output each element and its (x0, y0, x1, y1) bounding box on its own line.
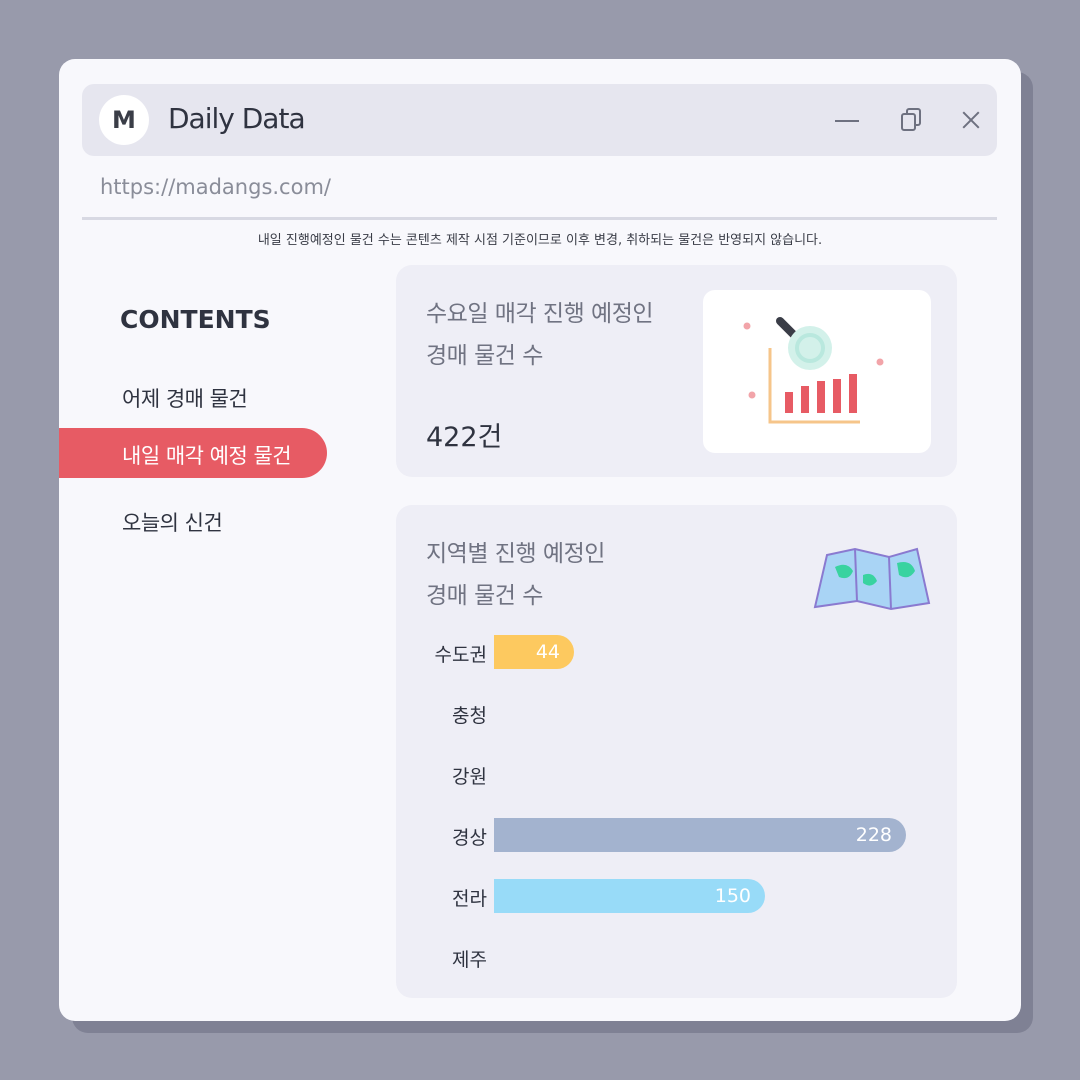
restore-icon[interactable] (898, 106, 926, 134)
card-title: 수요일 매각 진행 예정인 경매 물건 수 (426, 301, 654, 369)
minimize-icon[interactable] (833, 106, 861, 134)
sidebar-item-label: 내일 매각 예정 물건 (122, 444, 292, 468)
bar-row: 경상 228 (396, 818, 957, 852)
sidebar-item-yesterday[interactable]: 어제 경매 물건 (59, 371, 327, 421)
chart-magnifier-icon (743, 317, 884, 424)
category-label: 수도권 (434, 644, 487, 666)
notice-text: 내일 진행예정인 물건 수는 콘텐츠 제작 시점 기준이므로 이후 변경, 취하… (257, 233, 823, 248)
divider (82, 217, 997, 220)
category-label: 경상 (452, 827, 487, 849)
app-logo: M (99, 95, 149, 145)
close-icon[interactable] (958, 106, 986, 134)
bar-value-label: 44 (535, 641, 560, 663)
sidebar-heading: CONTENTS (120, 305, 271, 334)
bar-value-label: 228 (855, 824, 892, 846)
bar-row: 충청 (396, 696, 957, 730)
bar-value-label: 150 (714, 885, 751, 907)
summary-card: 수요일 매각 진행 예정인 경매 물건 수 422건 (396, 265, 957, 477)
sidebar-item-tomorrow[interactable]: 내일 매각 예정 물건 (59, 428, 327, 478)
bar-row: 전라 150 (396, 879, 957, 913)
app-title: Daily Data (168, 102, 306, 135)
map-icon (813, 547, 931, 611)
region-card: 지역별 진행 예정인 경매 물건 수 수도권 44 충청강원경상 228 전라 150 제주 (396, 505, 957, 998)
bar: 44 (494, 635, 574, 669)
url-address[interactable]: https://madangs.com/ (100, 175, 331, 199)
sidebar-item-label: 오늘의 신건 (122, 511, 223, 535)
bar-row: 수도권 44 (396, 635, 957, 669)
category-label: 충청 (452, 705, 487, 727)
bar: 228 (494, 818, 906, 852)
bar-row: 강원 (396, 757, 957, 791)
chart-magnifier-illustration (703, 290, 931, 453)
sidebar-item-today-new[interactable]: 오늘의 신건 (59, 495, 327, 545)
app-window: M Daily Data https://madangs.com/ 내일 진행예… (59, 59, 1021, 1021)
category-label: 제주 (452, 949, 487, 971)
bar-row: 제주 (396, 940, 957, 974)
category-label: 전라 (452, 888, 487, 910)
category-label: 강원 (452, 766, 487, 788)
title-bar: M Daily Data (82, 84, 997, 156)
sidebar-item-label: 어제 경매 물건 (122, 387, 248, 411)
bar: 150 (494, 879, 765, 913)
card-count: 422건 (426, 422, 503, 453)
card-title: 지역별 진행 예정인 경매 물건 수 (426, 541, 605, 609)
